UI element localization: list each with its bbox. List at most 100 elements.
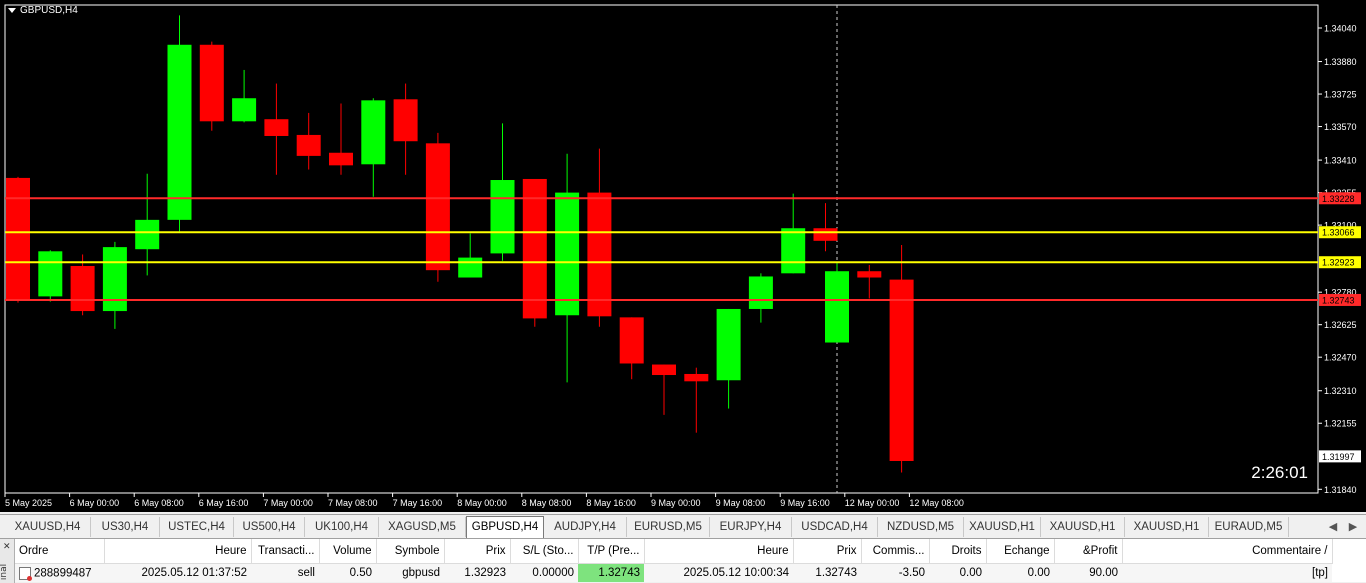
table-cell: 2025.05.12 01:37:52 [104, 563, 251, 582]
chart-window[interactable]: 1.34040 1.33880 1.33725 1.33570 1.33410 1.332… [0, 0, 1366, 512]
chart-tab[interactable]: AUDJPY,H4 [544, 517, 627, 537]
column-header[interactable]: Ordre [15, 539, 105, 564]
price-level-label: 1.32743 [1322, 295, 1355, 305]
column-header[interactable]: Droits [929, 539, 987, 564]
column-header[interactable]: Transacti... [251, 539, 320, 564]
terminal-panel: ✕ inal Ordre Heure Transacti... Volume Symbo… [0, 538, 1366, 583]
table-cell: 2025.05.12 10:00:34 [644, 563, 793, 582]
candle-body[interactable] [555, 192, 580, 316]
candle-body[interactable] [296, 134, 321, 156]
chart-tab[interactable]: US30,H4 [91, 517, 160, 537]
history-table: Ordre Heure Transacti... Volume Symbole Prix S… [15, 539, 1333, 582]
candle-body[interactable] [652, 364, 676, 376]
chart-tab[interactable]: UK100,H4 [305, 517, 379, 537]
chart-tab[interactable]: NZDUSD,M5 [878, 517, 964, 537]
time-axis-label: 6 May 08:00 [134, 498, 184, 508]
price-level-label: 1.33066 [1322, 228, 1355, 238]
candle-body[interactable] [70, 265, 95, 312]
table-row[interactable]: 288899487 2025.05.12 01:37:52 sell 0.50 gbpu… [15, 563, 1332, 582]
candle-body[interactable] [199, 44, 224, 122]
column-header[interactable]: &Profit [1054, 539, 1123, 564]
candle-body[interactable] [748, 276, 773, 309]
candle-body[interactable] [361, 100, 386, 165]
chart-tab[interactable]: GBPUSD,H4 [466, 516, 544, 538]
candle-body[interactable] [167, 44, 192, 220]
candlestick-chart[interactable]: 1.34040 1.33880 1.33725 1.33570 1.33410 1.332… [0, 0, 1366, 512]
price-level-label: 1.32923 [1322, 258, 1355, 268]
candle-body[interactable] [425, 143, 450, 271]
price-axis-label: 1.32470 [1324, 353, 1357, 363]
candle-body[interactable] [490, 180, 515, 254]
time-axis-label: 5 May 2025 [5, 498, 52, 508]
column-header[interactable]: Commentaire / [1122, 539, 1333, 564]
candle-body[interactable] [232, 98, 257, 122]
column-header[interactable]: Symbole [376, 539, 445, 564]
chart-tab[interactable]: XAUUSD,H1 [1125, 517, 1209, 537]
chart-tab[interactable]: USDCAD,H4 [792, 517, 878, 537]
candle-body[interactable] [889, 279, 914, 461]
candle-body[interactable] [264, 119, 289, 136]
column-header[interactable]: S/L (Sto... [510, 539, 579, 564]
candle-body[interactable] [716, 308, 741, 381]
chart-tab[interactable]: EURJPY,H4 [710, 517, 792, 537]
candle-body[interactable] [825, 271, 849, 343]
tab-scroll-right-icon[interactable]: ▶ [1344, 518, 1362, 536]
time-axis-label: 6 May 00:00 [70, 498, 120, 508]
candle-body[interactable] [458, 257, 483, 278]
dropdown-triangle-icon[interactable] [8, 7, 16, 13]
table-cell: gbpusd [376, 563, 444, 582]
candle-timer: 2:26:01 [1251, 463, 1308, 482]
column-header[interactable]: Prix [793, 539, 862, 564]
candle-body[interactable] [329, 152, 353, 166]
chart-tab[interactable]: XAUUSD,H1 [964, 517, 1041, 537]
terminal-label: inal [0, 563, 10, 581]
price-axis-label: 1.33725 [1324, 90, 1357, 100]
candle-body[interactable] [619, 317, 644, 364]
price-axis-label: 1.32155 [1324, 419, 1357, 429]
price-level-label: 1.33228 [1322, 194, 1355, 204]
table-cell: 0.50 [319, 563, 376, 582]
time-axis-label: 9 May 08:00 [716, 498, 766, 508]
time-axis-label: 7 May 08:00 [328, 498, 378, 508]
chart-tab[interactable]: XAUUSD,H1 [1041, 517, 1125, 537]
column-header[interactable]: Prix [444, 539, 511, 564]
candle-body[interactable] [6, 177, 30, 300]
candle-body[interactable] [102, 247, 127, 312]
chart-tab[interactable]: EURUSD,M5 [627, 517, 710, 537]
chart-tab[interactable]: XAGUSD,M5 [379, 517, 466, 537]
candle-body[interactable] [813, 228, 838, 241]
chart-tab-bar: XAUUSD,H4 US30,H4 USTEC,H4 US500,H4 UK100,H4… [0, 514, 1366, 538]
chart-tab[interactable]: EURAUD,M5 [1209, 517, 1289, 537]
candle-body[interactable] [684, 373, 709, 382]
column-header[interactable]: Commis... [861, 539, 930, 564]
candle-body[interactable] [587, 192, 612, 317]
price-axis-label: 1.33570 [1324, 122, 1357, 132]
chart-tab[interactable]: XAUUSD,H4 [5, 517, 91, 537]
close-icon[interactable]: ✕ [3, 542, 11, 552]
table-cell: 0.00 [929, 563, 986, 582]
table-cell: 1.32923 [444, 563, 510, 582]
time-axis-label: 8 May 08:00 [522, 498, 572, 508]
candle-body[interactable] [857, 271, 882, 278]
column-header[interactable]: Volume [319, 539, 377, 564]
column-header[interactable]: Heure [644, 539, 794, 564]
chart-symbol-label[interactable]: GBPUSD,H4 [8, 5, 78, 16]
column-header[interactable]: Heure [104, 539, 252, 564]
price-axis-label: 1.32625 [1324, 320, 1357, 330]
column-header[interactable]: Echange [986, 539, 1055, 564]
candle-body[interactable] [135, 219, 160, 250]
time-axis-label: 8 May 00:00 [457, 498, 507, 508]
time-axis-label: 9 May 16:00 [780, 498, 830, 508]
candle-body[interactable] [393, 99, 418, 142]
tab-scroll-left-icon[interactable]: ◀ [1324, 518, 1342, 536]
table-cell: [tp] [1122, 563, 1332, 582]
price-axis-label: 1.34040 [1324, 24, 1357, 34]
price-axis-label: 1.33880 [1324, 57, 1357, 67]
candle-body[interactable] [522, 178, 547, 319]
candle-body[interactable] [781, 228, 806, 274]
candle-body[interactable] [38, 251, 63, 297]
column-header[interactable]: T/P (Pre... [578, 539, 645, 564]
chart-tab[interactable]: USTEC,H4 [160, 517, 234, 537]
chart-tab[interactable]: US500,H4 [234, 517, 305, 537]
time-axis-label: 8 May 16:00 [586, 498, 636, 508]
